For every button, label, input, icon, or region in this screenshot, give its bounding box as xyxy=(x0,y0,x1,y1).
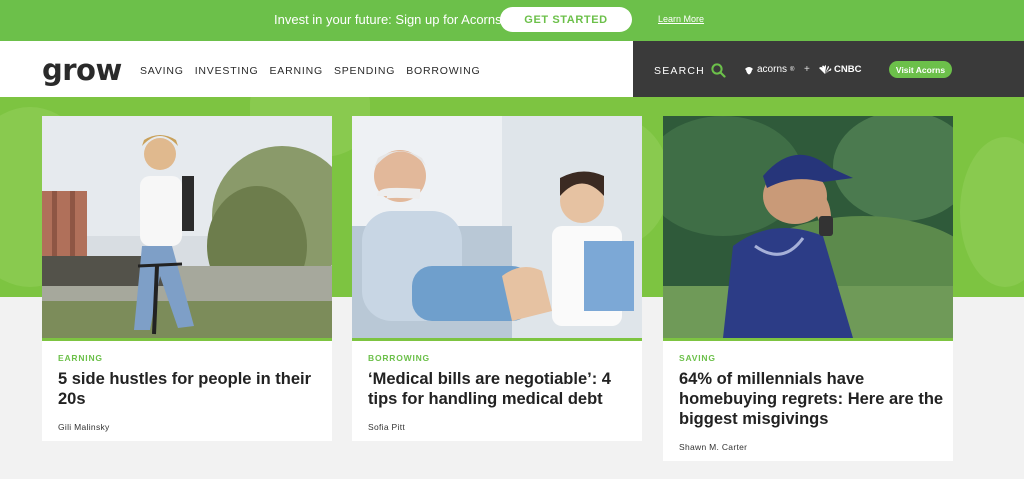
card-category[interactable]: SAVING xyxy=(679,353,716,363)
get-started-button[interactable]: GET STARTED xyxy=(500,7,632,32)
card-author: Sofia Pitt xyxy=(368,422,406,432)
acorns-wordmark: acorns xyxy=(757,64,788,75)
promo-bar: Invest in your future: Sign up for Acorn… xyxy=(0,0,1024,41)
nav-item-saving[interactable]: SAVING xyxy=(140,65,184,77)
nav-item-spending[interactable]: SPENDING xyxy=(334,65,395,77)
article-card[interactable]: SAVING 64% of millennials have homebuyin… xyxy=(663,116,953,461)
card-divider xyxy=(352,338,642,341)
search-button[interactable]: SEARCH xyxy=(654,63,726,78)
card-category[interactable]: EARNING xyxy=(58,353,103,363)
acorn-icon xyxy=(745,66,753,74)
visit-acorns-button[interactable]: Visit Acorns xyxy=(889,61,952,78)
card-title[interactable]: 64% of millennials have homebuying regre… xyxy=(679,369,944,429)
article-image-medical[interactable] xyxy=(352,116,642,338)
cnbc-logo[interactable]: CNBC xyxy=(818,64,861,75)
search-label: SEARCH xyxy=(654,64,705,77)
article-image-golfer[interactable] xyxy=(663,116,953,338)
card-title[interactable]: ‘Medical bills are negotiable’: 4 tips f… xyxy=(368,369,633,409)
search-icon xyxy=(711,63,726,78)
article-card[interactable]: BORROWING ‘Medical bills are negotiable’… xyxy=(352,116,642,441)
main-nav: SAVING INVESTING EARNING SPENDING BORROW… xyxy=(140,65,480,77)
peacock-icon xyxy=(819,65,832,74)
article-image-cyclist[interactable] xyxy=(42,116,332,338)
nav-item-investing[interactable]: INVESTING xyxy=(195,65,259,77)
grow-logo[interactable]: grow xyxy=(42,53,122,87)
acorns-logo[interactable]: acorns ® xyxy=(744,64,794,75)
card-title[interactable]: 5 side hustles for people in their 20s xyxy=(58,369,323,409)
cnbc-wordmark: CNBC xyxy=(834,64,862,75)
nav-item-borrowing[interactable]: BORROWING xyxy=(406,65,480,77)
card-category[interactable]: BORROWING xyxy=(368,353,430,363)
card-author: Gili Malinsky xyxy=(58,422,110,432)
card-author: Shawn M. Carter xyxy=(679,442,748,452)
promo-text: Invest in your future: Sign up for Acorn… xyxy=(274,12,502,27)
card-divider xyxy=(663,338,953,341)
learn-more-link[interactable]: Learn More xyxy=(658,14,704,24)
partner-plus: + xyxy=(804,64,810,75)
article-card[interactable]: EARNING 5 side hustles for people in the… xyxy=(42,116,332,441)
card-divider xyxy=(42,338,332,341)
nav-item-earning[interactable]: EARNING xyxy=(270,65,323,77)
